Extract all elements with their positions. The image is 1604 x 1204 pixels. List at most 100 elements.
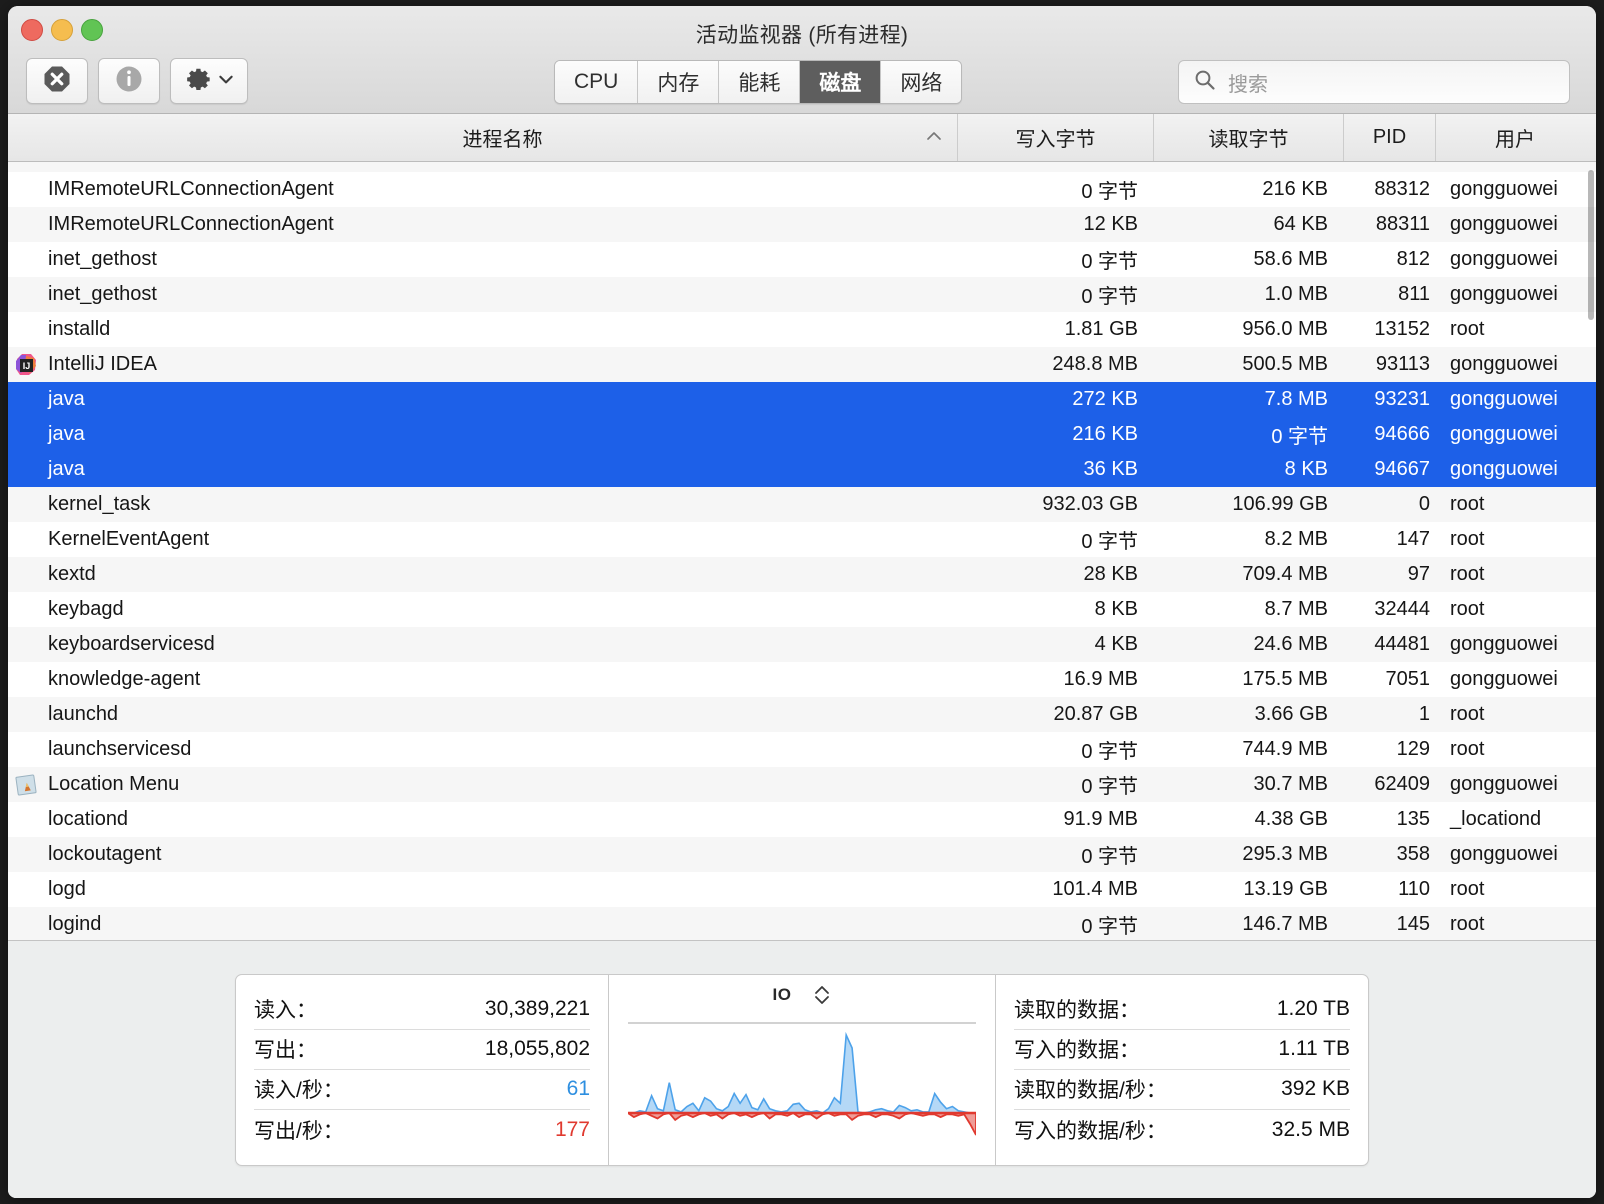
pid-cell: 812 <box>1396 248 1430 270</box>
process-name-cell: java <box>8 421 958 449</box>
process-name-cell: locationd <box>8 806 958 834</box>
table-row[interactable]: lockoutagent 0 字节 295.3 MB 358 gongguowei <box>8 837 1596 872</box>
table-row[interactable]: locationd 91.9 MB 4.38 GB 135 _locationd <box>8 802 1596 837</box>
process-name-label: Location Menu <box>48 773 180 795</box>
io-graph-title: IO <box>772 984 792 1004</box>
table-row[interactable]: IJ IntelliJ IDEA 248.8 MB 500.5 MB 93113 gon… <box>8 347 1596 382</box>
table-row[interactable]: IMRemoteURLConnectionAgent 0 字节 216 KB 8831… <box>8 172 1596 207</box>
table-row[interactable]: launchd 20.87 GB 3.66 GB 1 root <box>8 697 1596 732</box>
statistics-container: 读入： 30,389,221 写出： 18,055,802 读入/秒： 61 写出/秒： 17… <box>235 973 1369 1166</box>
table-row[interactable]: logind 0 字节 146.7 MB 145 root <box>8 907 1596 940</box>
stat-value: 18,055,802 <box>484 1037 590 1060</box>
column-header-pid[interactable]: PID <box>1344 114 1436 161</box>
tab-network[interactable]: 网络 <box>881 61 962 103</box>
user-cell: root <box>1450 563 1485 585</box>
pid-cell: 44481 <box>1374 633 1430 655</box>
process-icon-placeholder <box>10 701 42 729</box>
table-header-row: 进程名称 写入字节 读取字节 PID 用户 <box>8 114 1596 162</box>
process-icon-placeholder <box>10 386 42 414</box>
process-table-body[interactable]: IMRemoteURLConnectionAgent 0 字节 216 KB 8831… <box>8 162 1596 940</box>
table-row[interactable]: installd 1.81 GB 956.0 MB 13152 root <box>8 312 1596 347</box>
stat-value: 30,389,221 <box>484 997 590 1020</box>
io-write-area <box>625 1111 977 1135</box>
table-row[interactable]: knowledge-agent 16.9 MB 175.5 MB 7051 gonggu… <box>8 662 1596 697</box>
pid-cell: 93231 <box>1374 388 1430 410</box>
process-name-cell: inet_gethost <box>8 281 958 309</box>
table-row[interactable]: launchservicesd 0 字节 744.9 MB 129 root <box>8 732 1596 767</box>
intellij-idea-app-icon: IJ <box>10 351 42 379</box>
column-header-process-name[interactable]: 进程名称 <box>8 114 958 161</box>
disk-statistics-panel: 读入： 30,389,221 写出： 18,055,802 读入/秒： 61 写出/秒： 17… <box>8 940 1596 1198</box>
process-name-cell: java <box>8 456 958 484</box>
process-icon-placeholder <box>10 211 42 239</box>
column-header-user[interactable]: 用户 <box>1436 114 1594 161</box>
user-cell: root <box>1450 913 1485 935</box>
search-field[interactable]: 搜索 <box>1178 60 1570 104</box>
chevron-down-icon <box>217 70 235 93</box>
pid-cell: 145 <box>1396 913 1430 935</box>
stat-label: 读取的数据/秒： <box>1014 1079 1167 1102</box>
chevron-up-icon <box>925 129 943 147</box>
process-icon-placeholder <box>10 911 42 939</box>
user-cell: root <box>1450 878 1485 900</box>
io-count-stat-row: 写出/秒： 177 <box>254 1110 590 1150</box>
stat-value: 1.11 TB <box>1278 1037 1350 1060</box>
table-row[interactable]: java 36 KB 8 KB 94667 gongguowei <box>8 452 1596 487</box>
tab-memory[interactable]: 内存 <box>638 61 720 103</box>
title-bar: 活动监视器 (所有进程) CPU 内存 能耗 磁盘 网络 搜索 <box>8 6 1596 114</box>
read-bytes-cell: 58.6 MB <box>1253 248 1328 270</box>
process-name-label: IMRemoteURLConnectionAgent <box>48 213 334 235</box>
user-cell: root <box>1450 703 1485 725</box>
table-row[interactable]: kernel_task 932.03 GB 106.99 GB 0 root <box>8 487 1596 522</box>
stop-process-button[interactable] <box>26 58 88 104</box>
table-row[interactable]: IMRemoteURLConnectionAgent 12 KB 64 KB 8831… <box>8 207 1596 242</box>
io-data-stat-row: 写入的数据/秒： 32.5 MB <box>1014 1110 1350 1150</box>
process-name-label: logd <box>48 878 86 900</box>
user-cell: _locationd <box>1450 808 1542 830</box>
stat-label: 读入/秒： <box>254 1079 344 1102</box>
table-row[interactable]: java 272 KB 7.8 MB 93231 gongguowei <box>8 382 1596 417</box>
table-row[interactable]: keybagd 8 KB 8.7 MB 32444 root <box>8 592 1596 627</box>
table-row[interactable]: logd 101.4 MB 13.19 GB 110 root <box>8 872 1596 907</box>
window-title: 活动监视器 (所有进程) <box>695 24 909 47</box>
table-row[interactable]: java 216 KB 0 字节 94666 gongguowei <box>8 417 1596 452</box>
table-row[interactable]: inet_gethost 0 字节 1.0 MB 811 gongguowei <box>8 277 1596 312</box>
activity-monitor-window: 活动监视器 (所有进程) CPU 内存 能耗 磁盘 网络 搜索 进程名称 写入字… <box>8 6 1596 1198</box>
write-bytes-cell: 932.03 GB <box>1042 493 1138 515</box>
process-icon-placeholder <box>10 176 42 204</box>
table-row-partial[interactable] <box>8 162 1596 172</box>
table-row[interactable]: keyboardservicesd 4 KB 24.6 MB 44481 gongguo… <box>8 627 1596 662</box>
chevron-down-icon <box>815 995 830 1004</box>
process-name-cell: inet_gethost <box>8 246 958 274</box>
io-data-stat-row: 写入的数据： 1.11 TB <box>1014 1030 1350 1070</box>
table-row[interactable]: KernelEventAgent 0 字节 8.2 MB 147 root <box>8 522 1596 557</box>
read-bytes-cell: 30.7 MB <box>1253 773 1328 795</box>
user-cell: gongguowei <box>1450 633 1558 655</box>
table-row[interactable]: inet_gethost 0 字节 58.6 MB 812 gongguowei <box>8 242 1596 277</box>
stat-label: 写出/秒： <box>254 1119 344 1143</box>
process-name-label: kextd <box>48 563 96 585</box>
column-header-read-bytes[interactable]: 读取字节 <box>1154 114 1344 161</box>
location-menu-app-icon <box>10 771 42 799</box>
inspect-process-button[interactable] <box>98 58 160 104</box>
process-name-cell: lockoutagent <box>8 841 958 869</box>
table-row[interactable]: Location Menu 0 字节 30.7 MB 62409 gongguowei <box>8 767 1596 802</box>
settings-menu-button[interactable] <box>170 58 248 104</box>
process-name-label: keyboardservicesd <box>48 633 215 655</box>
table-row[interactable]: kextd 28 KB 709.4 MB 97 root <box>8 557 1596 592</box>
pid-cell: 110 <box>1398 878 1430 900</box>
vertical-scrollbar-thumb[interactable] <box>1588 170 1594 320</box>
tab-energy[interactable]: 能耗 <box>719 61 801 103</box>
stat-value: 177 <box>554 1117 590 1141</box>
column-header-write-bytes[interactable]: 写入字节 <box>958 114 1154 161</box>
process-name-label: launchd <box>48 703 119 725</box>
process-icon-placeholder <box>10 561 42 589</box>
io-graph-stepper[interactable] <box>813 985 831 1005</box>
tab-cpu[interactable]: CPU <box>555 61 639 103</box>
write-bytes-cell: 16.9 MB <box>1063 668 1138 690</box>
process-name-cell: IMRemoteURLConnectionAgent <box>8 176 958 204</box>
write-bytes-cell: 0 字节 <box>1081 741 1138 763</box>
process-icon-placeholder <box>10 806 42 834</box>
tab-disk[interactable]: 磁盘 <box>800 61 882 103</box>
read-bytes-cell: 7.8 MB <box>1264 388 1328 410</box>
